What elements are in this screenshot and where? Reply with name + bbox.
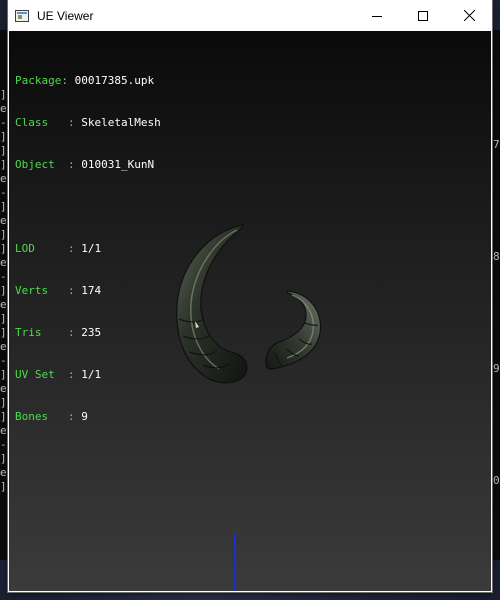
right-horn bbox=[265, 290, 321, 370]
console-fragment: e bbox=[0, 340, 7, 353]
console-fragment: 7 bbox=[493, 138, 500, 151]
console-fragment: ] bbox=[0, 368, 7, 381]
background-console-right-text: 7 8 9 0 bbox=[492, 60, 500, 590]
window-controls bbox=[354, 0, 492, 31]
console-fragment: ] bbox=[0, 396, 7, 409]
origin-axis-line bbox=[234, 534, 236, 591]
console-fragment: e bbox=[0, 172, 7, 185]
console-fragment: e bbox=[0, 382, 7, 395]
close-button[interactable] bbox=[446, 0, 492, 31]
console-fragment: e bbox=[0, 466, 7, 479]
console-fragment: ] bbox=[0, 326, 7, 339]
maximize-button[interactable] bbox=[400, 0, 446, 31]
console-fragment: e bbox=[0, 256, 7, 269]
console-fragment: e bbox=[0, 102, 7, 115]
left-horn bbox=[176, 224, 248, 384]
app-icon[interactable] bbox=[15, 9, 29, 22]
maximize-icon bbox=[418, 10, 428, 21]
console-fragment: - bbox=[0, 186, 7, 199]
console-fragment: ] bbox=[0, 200, 7, 213]
console-fragment: 9 bbox=[493, 362, 500, 375]
3d-viewport[interactable]: Package: 00017385.upk Class : SkeletalMe… bbox=[9, 31, 491, 591]
console-fragment: ] bbox=[0, 480, 7, 493]
window-title: UE Viewer bbox=[37, 8, 94, 23]
close-icon bbox=[463, 10, 475, 21]
console-fragment: ] bbox=[0, 228, 7, 241]
console-fragment: - bbox=[0, 438, 7, 451]
console-fragment: e bbox=[0, 214, 7, 227]
title-bar[interactable]: UE Viewer bbox=[8, 0, 492, 31]
console-fragment: 8 bbox=[493, 250, 500, 263]
minimize-icon bbox=[372, 15, 382, 17]
console-fragment: ] bbox=[0, 410, 7, 423]
ue-viewer-window[interactable]: UE Viewer Package: 00017385.upk Class : … bbox=[8, 0, 492, 592]
console-fragment: ] bbox=[0, 242, 7, 255]
console-fragment: ] bbox=[0, 452, 7, 465]
console-fragment: ] bbox=[0, 130, 7, 143]
console-fragment: - bbox=[0, 270, 7, 283]
console-fragment: - bbox=[0, 116, 7, 129]
console-fragment: - bbox=[0, 354, 7, 367]
horn-mesh-render bbox=[176, 224, 321, 384]
console-fragment: ] bbox=[0, 284, 7, 297]
console-fragment: ] bbox=[0, 158, 7, 171]
console-fragment: ] bbox=[0, 144, 7, 157]
console-fragment: 0 bbox=[493, 474, 500, 487]
console-fragment: e bbox=[0, 298, 7, 311]
console-fragment: ] bbox=[0, 88, 7, 101]
console-fragment: ] bbox=[0, 312, 7, 325]
background-console-left-text: ] e -]]] e -] e]] e -] e]] e -] e]] e -] e] bbox=[0, 88, 8, 558]
minimize-button[interactable] bbox=[354, 0, 400, 31]
console-fragment: e bbox=[0, 424, 7, 437]
